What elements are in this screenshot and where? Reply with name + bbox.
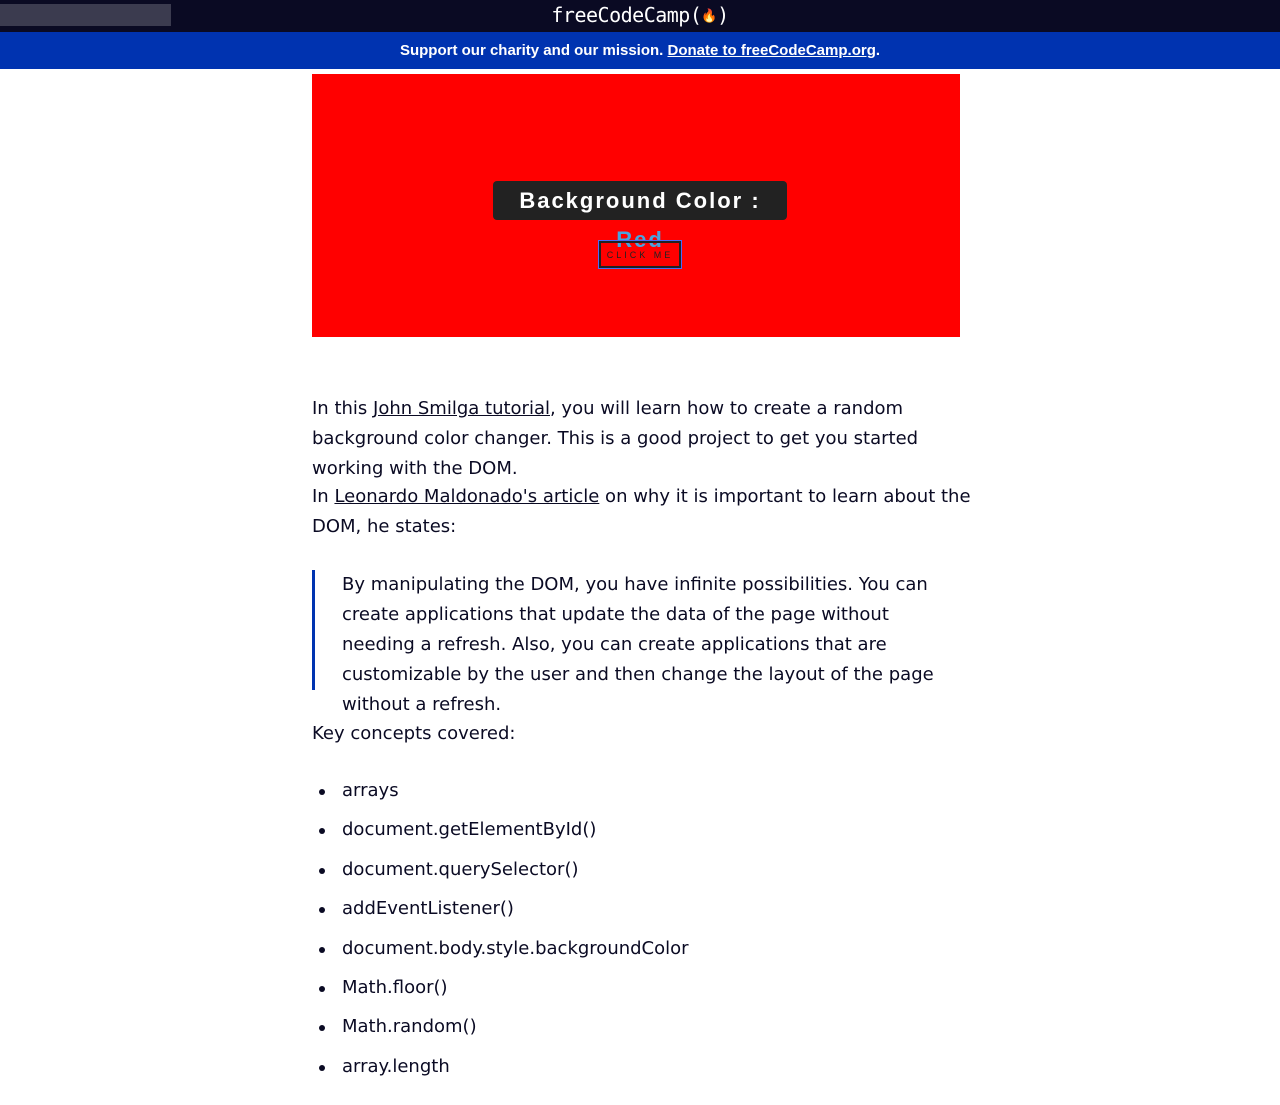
logo-text: freeCodeCamp( <box>551 3 702 27</box>
concepts-heading: Key concepts covered: <box>312 723 516 744</box>
donate-suffix: . <box>875 42 881 59</box>
donate-text: Support our charity and our mission. <box>399 42 668 59</box>
list-item: Math.floor() <box>312 973 689 1012</box>
list-item: arrays <box>312 776 689 815</box>
list-item: document.querySelector() <box>312 855 689 894</box>
dom-pre: In <box>312 486 335 507</box>
hero-image: Background Color : Red CLICK ME <box>312 74 960 337</box>
blockquote: By manipulating the DOM, you have infini… <box>312 570 958 715</box>
dom-paragraph: In Leonardo Maldonado's article on why i… <box>312 482 972 542</box>
freecodecamp-logo[interactable]: freeCodeCamp(🔥) <box>0 0 1280 32</box>
flame-icon: 🔥 <box>701 9 718 24</box>
list-item: addEventListener() <box>312 894 689 933</box>
click-me-button[interactable]: CLICK ME <box>598 240 682 269</box>
list-item: array.length <box>312 1052 689 1091</box>
leonardo-article-link[interactable]: Leonardo Maldonado's article <box>334 486 599 507</box>
list-item: document.body.style.backgroundColor <box>312 934 689 973</box>
top-navbar: freeCodeCamp(🔥) <box>0 0 1280 32</box>
donate-banner: Support our charity and our mission. Don… <box>0 32 1280 69</box>
donate-link[interactable]: Donate to freeCodeCamp.org <box>668 42 876 59</box>
list-item: Math.random() <box>312 1012 689 1051</box>
quote-text: By manipulating the DOM, you have infini… <box>342 574 934 715</box>
intro-pre: In this <box>312 398 374 419</box>
list-item: document.getElementById() <box>312 815 689 854</box>
logo-close-paren: ) <box>717 3 729 27</box>
concepts-list: arrays document.getElementById() documen… <box>312 776 689 1091</box>
intro-paragraph: In this John Smilga tutorial, you will l… <box>312 394 962 484</box>
background-color-label: Background Color : Red <box>493 181 787 252</box>
john-smilga-tutorial-link[interactable]: John Smilga tutorial <box>373 398 550 419</box>
color-label-prefix: Background Color : <box>519 188 761 213</box>
